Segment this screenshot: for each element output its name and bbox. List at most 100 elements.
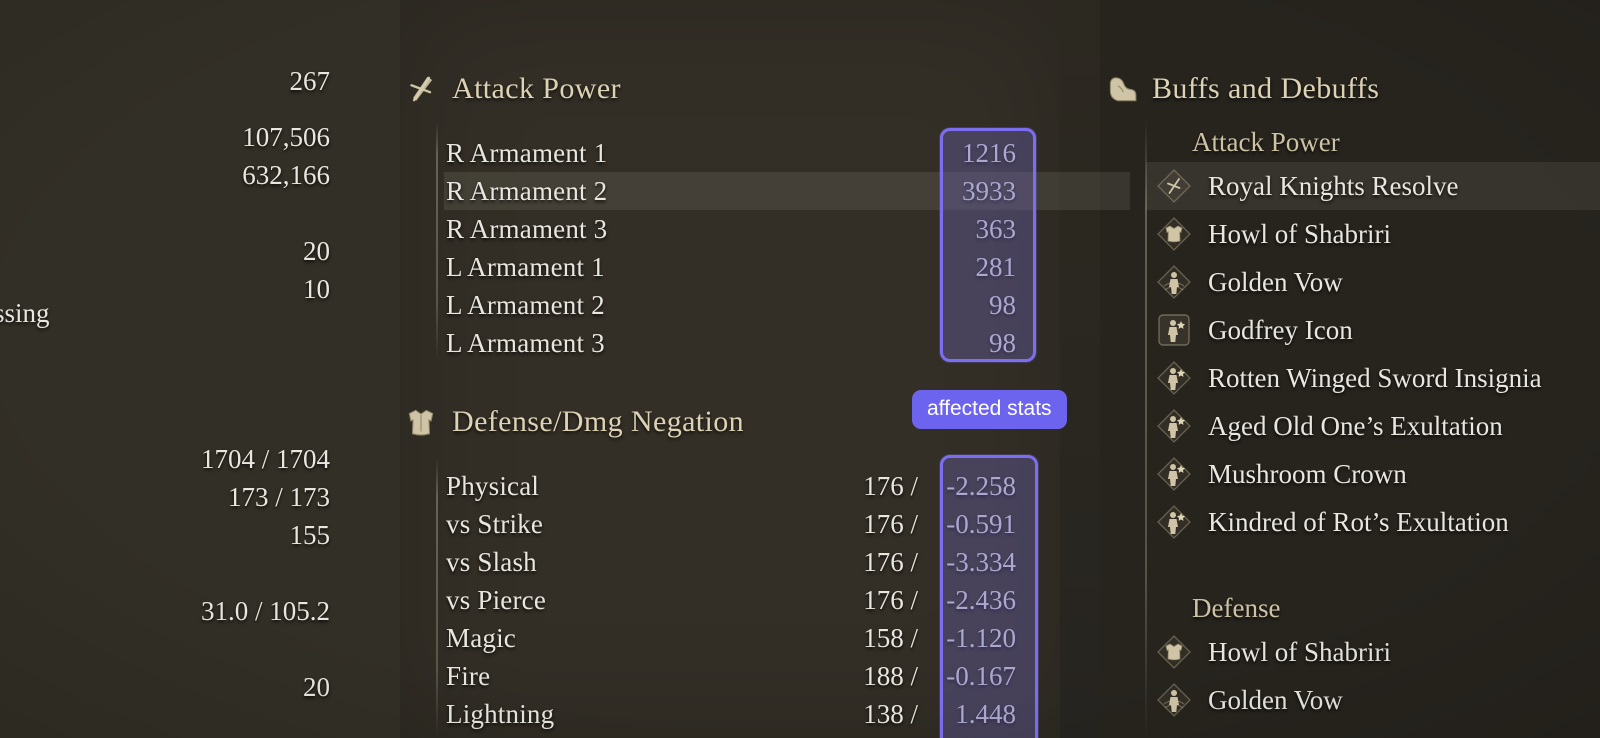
defense-row-base: 188 / (863, 660, 918, 691)
buff-figure-star-icon (1156, 312, 1192, 348)
defense-row-value: -2.258 (946, 470, 1016, 501)
buff-armor-icon (1156, 634, 1192, 670)
buff-item-label: Mushroom Crown (1208, 458, 1407, 489)
buffs-list: Attack Power Royal Knights Resolve Howl of… (1146, 122, 1600, 724)
buff-item-label: Aged Old One’s Exultation (1208, 410, 1503, 441)
attack-power-header: Attack Power (404, 72, 621, 106)
buff-figure-icon (1156, 682, 1192, 718)
buff-sword-icon (1156, 168, 1192, 204)
attack-power-row[interactable]: R Armament 2 3933 (444, 172, 1130, 210)
attack-power-title: Attack Power (452, 72, 621, 105)
buff-item-label: Rotten Winged Sword Insignia (1208, 362, 1542, 393)
buff-item-label: Howl of Shabriri (1208, 218, 1391, 249)
defense-row-label: vs Pierce (446, 584, 547, 615)
character-stats-screen: 267 107,506 632,166 20 10 ssing 1704 / 1… (0, 0, 1600, 738)
buff-figure-star-icon (1156, 360, 1192, 396)
defense-row-base: 176 / (863, 470, 918, 501)
buff-item[interactable]: Godfrey Icon (1146, 306, 1600, 354)
defense-row-value: -0.591 (946, 508, 1016, 539)
defense-title: Defense/Dmg Negation (452, 405, 745, 438)
buff-armor-icon (1156, 216, 1192, 252)
buffs-title: Buffs and Debuffs (1152, 72, 1380, 105)
buff-group-title: Attack Power (1192, 127, 1340, 157)
buff-item[interactable]: Aged Old One’s Exultation (1146, 402, 1600, 450)
left-values-column: 267 107,506 632,166 20 10 (0, 62, 330, 308)
left-value: 632,166 (242, 160, 330, 190)
attack-power-row-value: 3933 (962, 175, 1016, 206)
left-clipped-label: ssing (0, 298, 50, 328)
attack-power-divider (436, 122, 438, 360)
armor-icon (408, 409, 434, 436)
buff-figure-star-icon (1156, 408, 1192, 444)
defense-row-label: Fire (446, 660, 491, 691)
buff-item[interactable]: Golden Vow (1146, 258, 1600, 306)
sword-icon (410, 76, 433, 102)
buff-item[interactable]: Howl of Shabriri (1146, 210, 1600, 258)
attack-power-row-label: R Armament 3 (446, 213, 608, 244)
buff-item-label: Royal Knights Resolve (1208, 170, 1459, 201)
defense-row[interactable]: vs Pierce 176 / -2.436 (446, 581, 1030, 619)
left-value: 155 (289, 520, 331, 550)
defense-row-label: vs Slash (446, 546, 537, 577)
defense-row[interactable]: Lightning 138 / 1.448 (446, 695, 1030, 733)
attack-power-row[interactable]: L Armament 2 98 (446, 286, 1030, 324)
defense-list: Physical 176 /-2.258 vs Strike 176 /-0.591 v… (446, 467, 1030, 733)
defense-row-value: -2.436 (946, 584, 1016, 615)
attack-power-row[interactable]: L Armament 1 281 (446, 248, 1030, 286)
affected-stats-badge: affected stats (912, 390, 1067, 429)
buff-item-label: Godfrey Icon (1208, 314, 1353, 345)
defense-row-value: -0.167 (946, 660, 1016, 691)
left-value: 31.0 / 105.2 (200, 596, 330, 626)
defense-row-value: 1.448 (955, 698, 1016, 729)
defense-row[interactable]: Physical 176 / -2.258 (446, 467, 1030, 505)
left-value: 20 (303, 236, 330, 266)
buff-item[interactable]: Kindred of Rot’s Exultation (1146, 498, 1600, 546)
attack-power-row-label: R Armament 2 (446, 175, 608, 206)
buff-item-label: Kindred of Rot’s Exultation (1208, 506, 1509, 537)
left-value: 173 / 173 (227, 482, 330, 512)
defense-row-base: 158 / (863, 622, 918, 653)
buff-item-label: Golden Vow (1208, 684, 1343, 715)
flex-bicep-icon (1109, 77, 1137, 102)
defense-row-value: -3.334 (946, 546, 1016, 577)
buff-figure-star-icon (1156, 504, 1192, 540)
defense-row-label: Physical (446, 470, 540, 501)
attack-power-row-label: L Armament 1 (446, 251, 605, 282)
buff-item[interactable]: Golden Vow (1146, 676, 1600, 724)
attack-power-row-value: 98 (989, 289, 1016, 320)
defense-row[interactable]: vs Slash 176 / -3.334 (446, 543, 1030, 581)
buff-item[interactable]: Howl of Shabriri (1146, 628, 1600, 676)
defense-row-base: 176 / (863, 584, 918, 615)
defense-row-label: Lightning (446, 698, 555, 729)
attack-power-row[interactable]: R Armament 3 363 (446, 210, 1030, 248)
buffs-header: Buffs and Debuffs (1104, 72, 1379, 106)
buff-item[interactable]: Royal Knights Resolve (1146, 162, 1600, 210)
left-value: 20 (303, 672, 330, 702)
buff-figure-icon (1156, 264, 1192, 300)
defense-row-base: 176 / (863, 546, 918, 577)
buff-group-title: Defense (1192, 593, 1281, 623)
defense-row-value: -1.120 (946, 622, 1016, 653)
defense-row[interactable]: Fire 188 / -0.167 (446, 657, 1030, 695)
defense-row-base: 176 / (863, 508, 918, 539)
buff-item[interactable]: Mushroom Crown (1146, 450, 1600, 498)
defense-divider (436, 458, 438, 738)
attack-power-row[interactable]: L Armament 3 98 (446, 324, 1030, 362)
attack-power-row-label: R Armament 1 (446, 137, 608, 168)
defense-row[interactable]: vs Strike 176 / -0.591 (446, 505, 1030, 543)
attack-power-row[interactable]: R Armament 1 1216 (446, 134, 1030, 172)
buff-figure-star-icon (1156, 456, 1192, 492)
attack-power-row-label: L Armament 3 (446, 327, 605, 358)
buff-item-label: Golden Vow (1208, 266, 1343, 297)
buff-item[interactable]: Rotten Winged Sword Insignia (1146, 354, 1600, 402)
attack-power-row-value: 363 (975, 213, 1017, 244)
defense-row[interactable]: Magic 158 / -1.120 (446, 619, 1030, 657)
left-value: 1704 / 1704 (200, 444, 330, 474)
attack-power-row-value: 281 (975, 251, 1017, 282)
attack-power-row-value: 1216 (962, 137, 1016, 168)
left-value: 107,506 (242, 122, 330, 152)
attack-power-row-value: 98 (989, 327, 1016, 358)
defense-row-base: 138 / (863, 698, 918, 729)
defense-row-label: Magic (446, 622, 516, 653)
attack-power-row-label: L Armament 2 (446, 289, 605, 320)
